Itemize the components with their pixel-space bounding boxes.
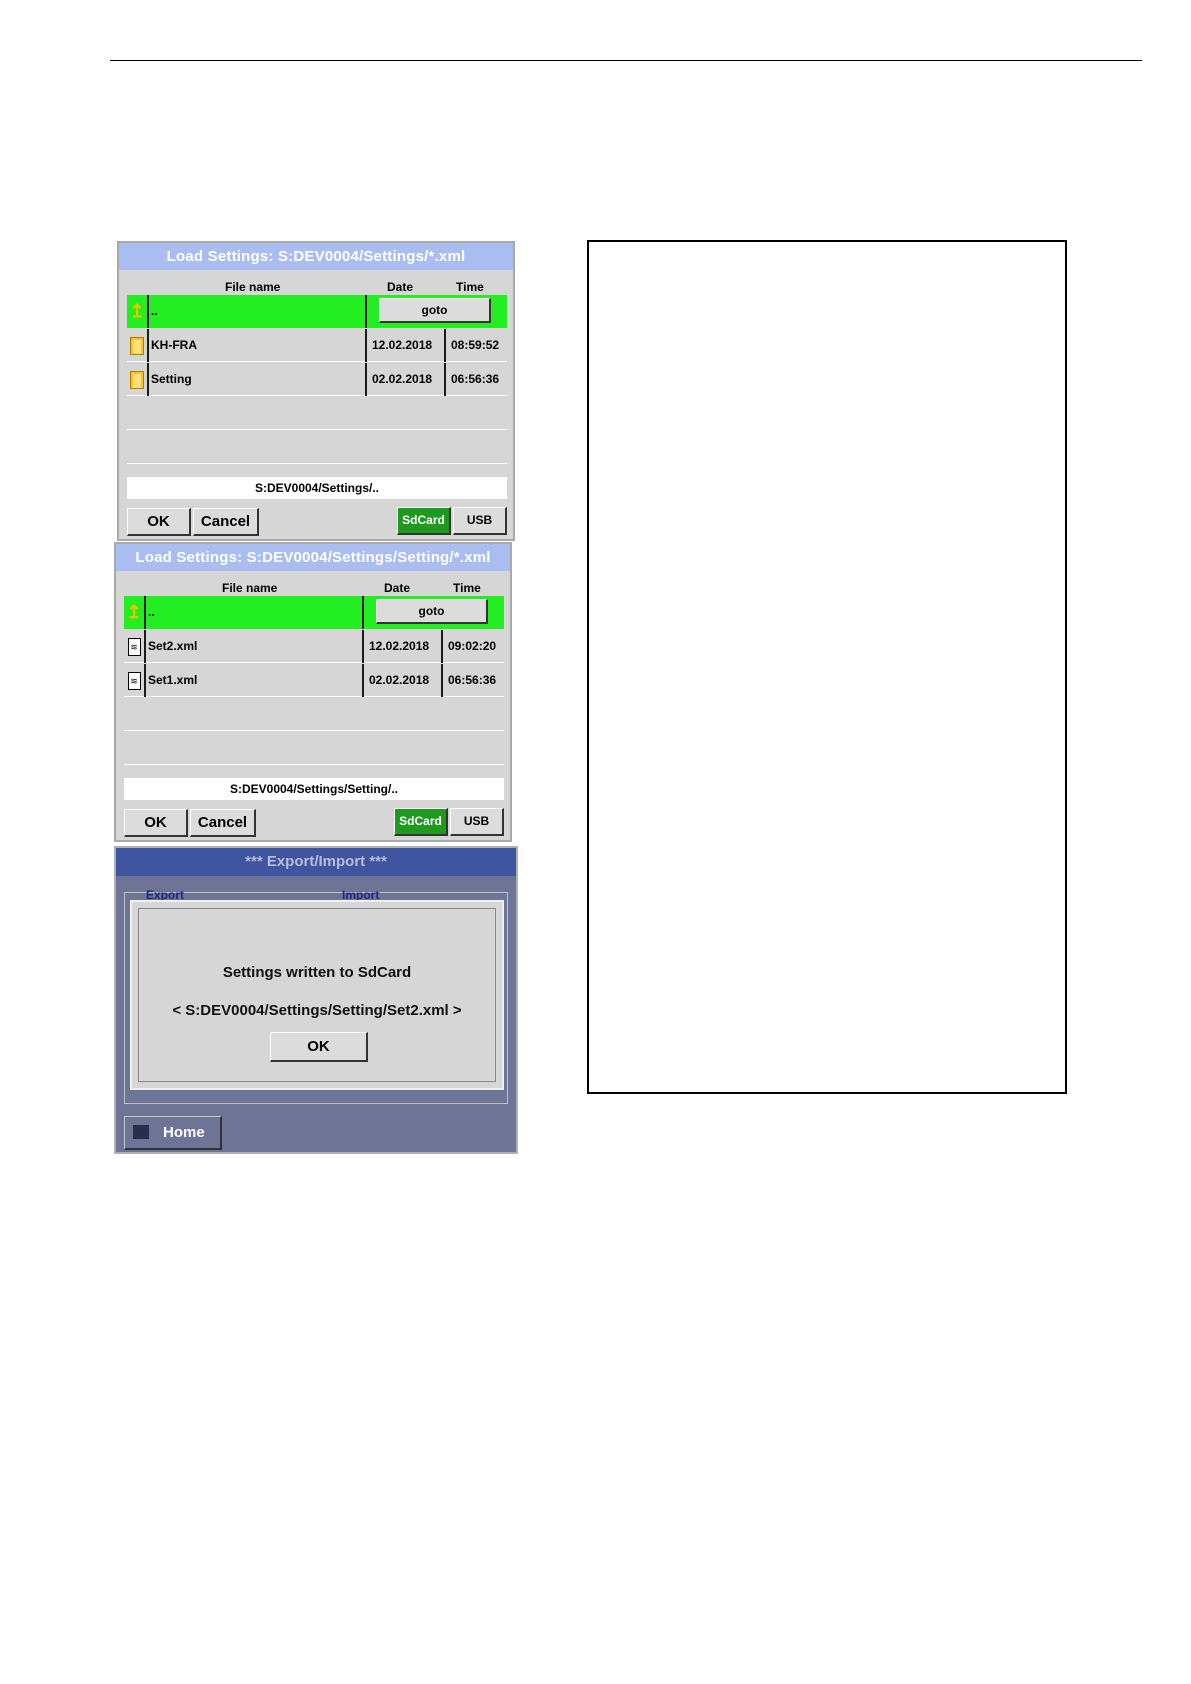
column-header-time: Time bbox=[456, 280, 484, 294]
confirmation-dialog: Settings written to SdCard < S:DEV0004/S… bbox=[130, 900, 504, 1090]
file-date: 12.02.2018 bbox=[372, 338, 433, 352]
list-item[interactable]: Setting 02.02.2018 06:56:36 bbox=[127, 363, 507, 396]
file-name: Setting bbox=[151, 372, 192, 386]
current-path: S:DEV0004/Settings/Setting/.. bbox=[124, 778, 504, 800]
goto-button[interactable]: goto bbox=[376, 599, 488, 624]
file-name: Set2.xml bbox=[148, 639, 198, 653]
list-item[interactable]: KH-FRA 12.02.2018 08:59:52 bbox=[127, 329, 507, 362]
folder-up-icon: ↥ bbox=[129, 301, 145, 321]
cancel-button[interactable]: Cancel bbox=[190, 809, 256, 837]
file-name: Set1.xml bbox=[148, 673, 198, 687]
export-import-screen: *** Export/Import *** Export Import Sett… bbox=[114, 846, 518, 1154]
sdcard-button[interactable]: SdCard bbox=[397, 507, 451, 535]
list-item-parent[interactable]: ↥ .. goto bbox=[127, 295, 507, 328]
column-header-date: Date bbox=[387, 280, 414, 294]
file-time: 06:56:36 bbox=[451, 372, 500, 386]
list-item-parent[interactable]: ↥ .. goto bbox=[124, 596, 504, 629]
dialog-title: Load Settings: S:DEV0004/Settings/*.xml bbox=[119, 243, 513, 270]
goto-button[interactable]: goto bbox=[379, 298, 491, 323]
dialog-ok-button[interactable]: OK bbox=[270, 1032, 368, 1062]
empty-row bbox=[124, 698, 504, 731]
dialog-message: Settings written to SdCard bbox=[222, 964, 412, 981]
file-time: 06:56:36 bbox=[448, 673, 497, 687]
file-name: .. bbox=[148, 605, 155, 619]
dialog-title: Load Settings: S:DEV0004/Settings/Settin… bbox=[116, 544, 510, 571]
home-button[interactable]: Home bbox=[124, 1116, 222, 1150]
file-date: 02.02.2018 bbox=[369, 673, 430, 687]
load-settings-screen-1: Load Settings: S:DEV0004/Settings/*.xml … bbox=[117, 241, 515, 541]
folder-icon bbox=[127, 329, 147, 362]
column-header-date: Date bbox=[384, 581, 411, 595]
home-label: Home bbox=[163, 1124, 205, 1141]
empty-row bbox=[127, 431, 507, 464]
file-date: 12.02.2018 bbox=[369, 639, 430, 653]
list-item[interactable]: ≋ Set2.xml 12.02.2018 09:02:20 bbox=[124, 630, 504, 663]
usb-button[interactable]: USB bbox=[453, 507, 507, 535]
usb-button[interactable]: USB bbox=[450, 808, 504, 836]
list-item[interactable]: ≋ Set1.xml 02.02.2018 06:56:36 bbox=[124, 664, 504, 697]
file-date: 02.02.2018 bbox=[372, 372, 433, 386]
file-time: 09:02:20 bbox=[448, 639, 497, 653]
folder-up-icon: ↥ bbox=[126, 602, 142, 622]
xml-file-icon: ≋ bbox=[124, 630, 144, 663]
empty-row bbox=[127, 397, 507, 430]
column-header-time: Time bbox=[453, 581, 481, 595]
ok-button[interactable]: OK bbox=[124, 809, 188, 837]
dialog-path: < S:DEV0004/Settings/Setting/Set2.xml > bbox=[172, 1002, 462, 1019]
folder-icon bbox=[127, 363, 147, 396]
xml-file-icon: ≋ bbox=[124, 664, 144, 697]
column-header-filename: File name bbox=[225, 280, 281, 294]
header-rule bbox=[110, 60, 1142, 61]
file-name: .. bbox=[151, 304, 158, 318]
load-settings-screen-2: Load Settings: S:DEV0004/Settings/Settin… bbox=[114, 542, 512, 842]
file-name: KH-FRA bbox=[151, 338, 197, 352]
file-time: 08:59:52 bbox=[451, 338, 500, 352]
screen-title: *** Export/Import *** bbox=[116, 848, 516, 876]
cancel-button[interactable]: Cancel bbox=[193, 508, 259, 536]
sdcard-button[interactable]: SdCard bbox=[394, 808, 448, 836]
empty-row bbox=[124, 732, 504, 765]
description-box bbox=[587, 240, 1067, 1094]
home-icon bbox=[133, 1125, 149, 1139]
column-header-filename: File name bbox=[222, 581, 278, 595]
current-path: S:DEV0004/Settings/.. bbox=[127, 477, 507, 499]
ok-button[interactable]: OK bbox=[127, 508, 191, 536]
